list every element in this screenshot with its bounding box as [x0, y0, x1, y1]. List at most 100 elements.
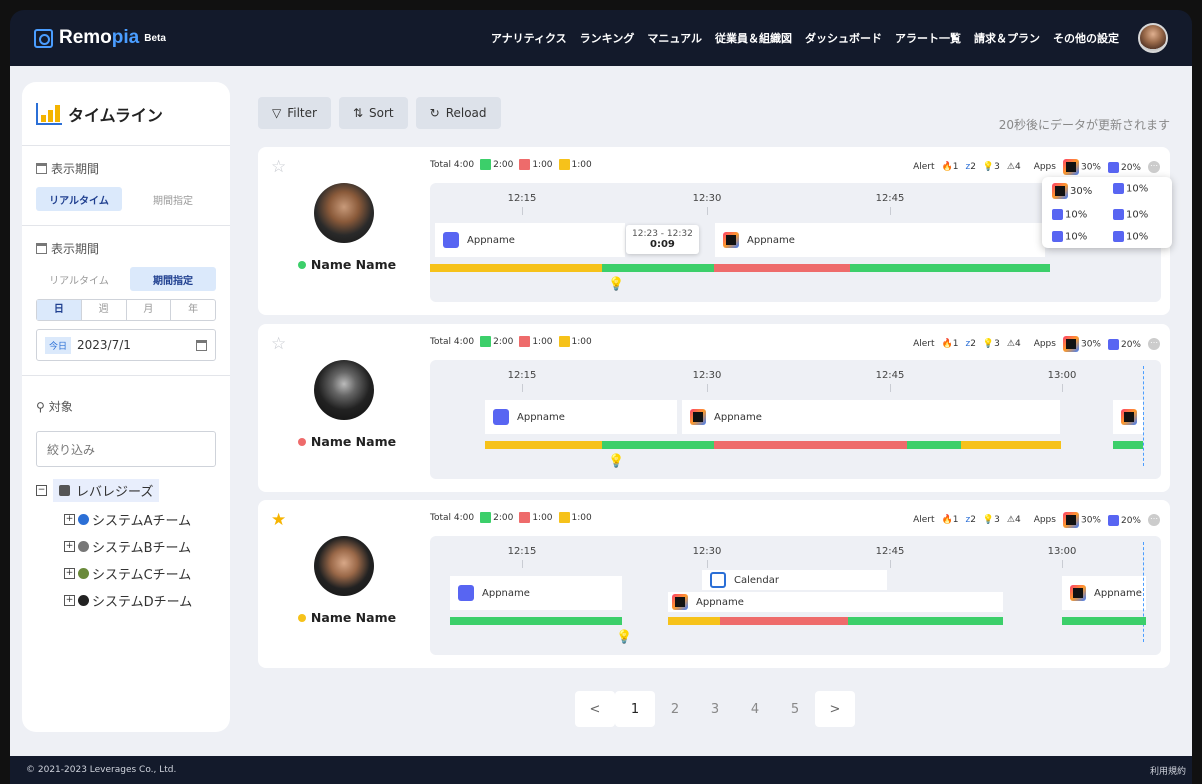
tree-team-a[interactable]: + システムAチーム — [64, 510, 216, 529]
expand-icon[interactable]: + — [64, 541, 75, 552]
beta-badge: Beta — [144, 32, 166, 44]
activity-bar — [1062, 617, 1146, 625]
logo-icon — [34, 28, 53, 48]
tree-root[interactable]: レバレジーズ — [53, 479, 160, 502]
bulb-icon[interactable]: 💡 — [616, 630, 632, 645]
discord-icon — [1107, 338, 1119, 350]
app-block[interactable]: Appname — [485, 400, 677, 434]
page-3[interactable]: 3 — [695, 691, 735, 727]
calendar-icon[interactable] — [196, 339, 207, 351]
more-icon[interactable]: ⋯ — [1148, 161, 1160, 173]
copyright: © 2021-2023 Leverages Co., Ltd. — [26, 765, 177, 775]
range-tab[interactable]: 期間指定 — [130, 187, 216, 211]
search-icon: ⚲ — [36, 399, 45, 414]
app-block[interactable] — [1113, 400, 1143, 434]
sort-icon: ⇅ — [352, 106, 364, 120]
user-name[interactable]: Name Name — [292, 434, 402, 449]
app-block[interactable]: Appname — [682, 400, 1060, 434]
now-marker — [1143, 366, 1144, 466]
yellow-time: 1:00 — [571, 337, 592, 347]
filter-icon: ▽ — [272, 106, 282, 120]
tree-team-b[interactable]: + システムBチーム — [64, 537, 216, 556]
app-pct-2: 20% — [1120, 339, 1141, 350]
yellow-legend — [558, 159, 570, 170]
remopia-logo[interactable]: Remo pia Beta — [34, 27, 166, 49]
app-block[interactable]: Appname — [435, 223, 625, 257]
tree-team-c[interactable]: + システムCチーム — [64, 564, 216, 583]
app-block[interactable]: Calendar — [702, 570, 887, 590]
red-time: 1:00 — [532, 160, 553, 170]
prev-page-button[interactable]: < — [575, 691, 615, 727]
apps-label: Apps — [1033, 515, 1056, 525]
today-badge[interactable]: 今日 — [45, 336, 72, 354]
filter-button[interactable]: ▽ Filter — [258, 97, 331, 129]
bulb-icon[interactable]: 💡 — [608, 454, 624, 469]
range-tab[interactable]: 期間指定 — [130, 267, 216, 291]
avatar — [314, 360, 374, 420]
footer: © 2021-2023 Leverages Co., Ltd. 利用規約 — [10, 756, 1192, 784]
page-5[interactable]: 5 — [775, 691, 815, 727]
app-block[interactable]: Appname — [1062, 576, 1146, 610]
realtime-tab[interactable]: リアルタイム — [36, 187, 122, 211]
team-icon — [78, 541, 89, 552]
favorite-star-icon[interactable]: ☆ — [271, 334, 286, 354]
bulb-icon[interactable]: 💡 — [608, 277, 624, 292]
page-4[interactable]: 4 — [735, 691, 775, 727]
status-dot — [297, 260, 306, 269]
sort-button[interactable]: ⇅ Sort — [338, 97, 408, 129]
more-icon[interactable]: ⋯ — [1148, 514, 1160, 526]
sidebar: タイムライン 表示期間 リアルタイム 期間指定 表示期間 リアルタイム 期間指定… — [22, 82, 230, 732]
nav-dashboard[interactable]: ダッシュボード — [805, 30, 882, 46]
user-name-text: Name Name — [310, 434, 397, 449]
unit-day[interactable]: 日 — [37, 300, 81, 320]
discord-icon — [1052, 230, 1063, 242]
collapse-icon[interactable]: − — [36, 485, 47, 496]
expand-icon[interactable]: + — [64, 568, 75, 579]
unit-month[interactable]: 月 — [125, 300, 171, 320]
page-2[interactable]: 2 — [655, 691, 695, 727]
apps-label: Apps — [1033, 339, 1056, 349]
bulb-icon: 💡 — [982, 515, 995, 525]
team-label: システムCチーム — [92, 568, 192, 583]
green-time: 2:00 — [493, 513, 514, 523]
favorite-star-icon[interactable]: ☆ — [271, 157, 286, 177]
user-name[interactable]: Name Name — [292, 610, 402, 625]
nav-billing[interactable]: 請求＆プラン — [974, 30, 1040, 46]
filter-input[interactable]: 絞り込み — [36, 431, 216, 467]
discord-icon — [1113, 230, 1124, 242]
expand-icon[interactable]: + — [64, 514, 75, 525]
popup-pct: 10% — [1126, 231, 1149, 242]
terms-link[interactable]: 利用規約 — [1150, 764, 1186, 777]
app-block[interactable]: Appname — [715, 223, 1045, 257]
unit-selector: 日 週 月 年 — [36, 299, 216, 321]
realtime-tab[interactable]: リアルタイム — [36, 267, 122, 291]
app-block[interactable]: Appname — [668, 592, 1003, 612]
unit-year[interactable]: 年 — [170, 300, 215, 320]
nav-settings[interactable]: その他の設定 — [1053, 30, 1119, 46]
period-section-2: 表示期間 リアルタイム 期間指定 日 週 月 年 今日 2023/7/1 — [22, 226, 230, 361]
time-tick: 12:30 — [687, 370, 727, 392]
date-picker[interactable]: 今日 2023/7/1 — [36, 329, 216, 361]
nav-ranking[interactable]: ランキング — [580, 30, 635, 46]
nav-manual[interactable]: マニュアル — [647, 30, 702, 46]
nav-employees[interactable]: 従業員＆組織図 — [715, 30, 792, 46]
nav-analytics[interactable]: アナリティクス — [491, 30, 567, 46]
app-name: Appname — [747, 234, 795, 246]
user-avatar[interactable] — [1138, 23, 1168, 53]
user-name[interactable]: Name Name — [292, 257, 402, 272]
red-legend — [519, 512, 531, 523]
expand-icon[interactable]: + — [64, 595, 75, 606]
team-label: システムAチーム — [92, 514, 192, 529]
more-icon[interactable]: ⋯ — [1148, 338, 1160, 350]
tree-team-d[interactable]: + システムDチーム — [64, 591, 216, 610]
warning-icon: ⚠ — [1006, 162, 1015, 172]
app-block[interactable]: Appname — [450, 576, 622, 610]
reload-button[interactable]: ↻ Reload — [415, 97, 501, 129]
sleep-count: 2 — [970, 162, 976, 172]
favorite-star-icon[interactable]: ★ — [271, 510, 286, 530]
unit-week[interactable]: 週 — [80, 300, 126, 320]
nav-alerts[interactable]: アラート一覧 — [895, 30, 961, 46]
page-1[interactable]: 1 — [615, 691, 655, 727]
next-page-button[interactable]: > — [815, 691, 855, 727]
bulb-count: 3 — [994, 162, 1000, 172]
